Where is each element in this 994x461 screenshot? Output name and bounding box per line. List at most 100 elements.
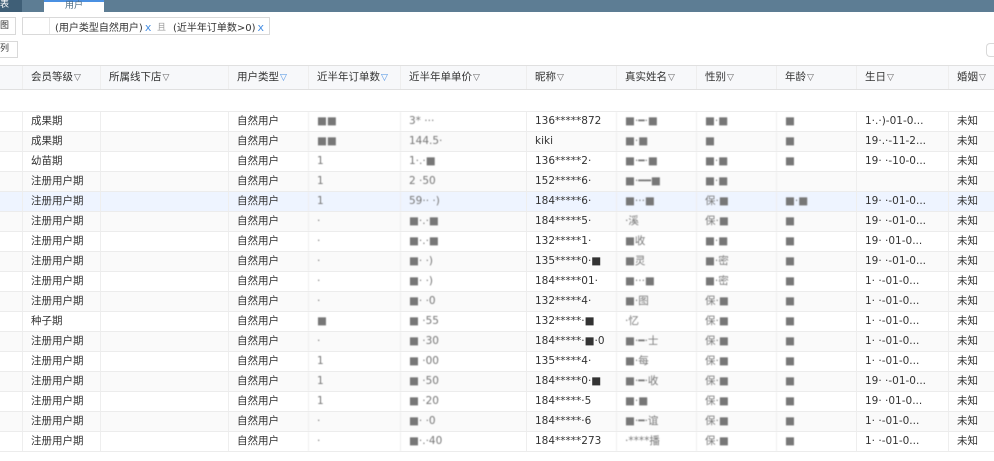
column-header-gender[interactable]: 性别▽ <box>696 66 776 89</box>
cell-gender: ■·■ <box>696 152 776 171</box>
cell-marital: 未知 <box>948 412 994 431</box>
row-selector[interactable] <box>0 272 22 291</box>
table-row[interactable]: 注册用户期 自然用户 · ■· ·0 184*****·6 ■·━·谊 保·■ ■ 1· ·-0… <box>0 412 994 432</box>
table-row[interactable]: 注册用户期 自然用户 1 2 ·50 152*****6· ■·━━■ ■·■ 未知 <box>0 172 994 192</box>
cell-marital: 未知 <box>948 212 994 231</box>
cell-birthday: 19· ·-01-0... <box>856 212 948 231</box>
funnel-icon[interactable]: ▽ <box>727 73 734 83</box>
cell-marital: 未知 <box>948 332 994 351</box>
row-selector[interactable] <box>0 192 22 211</box>
table-row[interactable]: 注册用户期 自然用户 · ■·.·■ 132*****1· ■收 ■·■ ■ 19· ·01-0… <box>0 232 994 252</box>
column-header-birthday[interactable]: 生日▽ <box>856 66 948 89</box>
filter-chip-order-count[interactable]: (近半年订单数>0) x <box>173 19 264 34</box>
cell-gender: 保·■ <box>696 412 776 431</box>
table-row[interactable]: 注册用户期 自然用户 · ■· ·) 184*****01· ■···■ ■·密 ■ 1· ·-… <box>0 272 994 292</box>
funnel-icon[interactable]: ▽ <box>381 73 388 83</box>
cell-real-name: ■灵 <box>616 252 696 271</box>
table-row[interactable]: 注册用户期 自然用户 · ■· ·) 135*****0·■ ■灵 ■·密 ■ 19· ·-01… <box>0 252 994 272</box>
cell-gender: ■·■ <box>696 172 776 191</box>
column-header-nickname[interactable]: 昵称▽ <box>526 66 616 89</box>
row-selector[interactable] <box>0 332 22 351</box>
funnel-icon[interactable]: ▽ <box>887 73 894 83</box>
cell-real-name: ■收 <box>616 232 696 251</box>
cell-unit-price: ■· ·0 <box>400 412 526 431</box>
table-row[interactable]: 注册用户期 自然用户 1 59·· ·) 184*****6· ■···■ 保·■ ■·■ 19… <box>0 192 994 212</box>
table-row[interactable]: 成果期 自然用户 ■■ 3* ··· 136*****872 ■·━·■ ■·■ ■ 1·.·)… <box>0 112 994 132</box>
table-row[interactable]: 成果期 自然用户 ■■ 144.5· kiki ■·■ ■ ■ 19·.·-11-2... 未知 <box>0 132 994 152</box>
column-header-order-count[interactable]: 近半年订单数▽ <box>308 66 400 89</box>
funnel-icon[interactable]: ▽ <box>668 73 675 83</box>
funnel-icon[interactable]: ▽ <box>473 73 480 83</box>
column-header-label: 婚姻 <box>957 71 978 83</box>
filter-field-blank[interactable] <box>23 18 50 34</box>
cell-order-count: ■■ <box>308 132 400 151</box>
cell-offline-store <box>100 432 228 451</box>
row-selector[interactable] <box>0 412 22 431</box>
funnel-icon[interactable]: ▽ <box>557 73 564 83</box>
cell-gender: ■·密 <box>696 252 776 271</box>
table-row[interactable]: 注册用户期 自然用户 · ■· ·0 132*****4· ■·图 保·■ ■ 1· ·-01-… <box>0 292 994 312</box>
cell-order-count: 1 <box>308 172 400 191</box>
table-row[interactable]: 注册用户期 自然用户 · ■·.·40 184*****273 ·****播 保·■ ■ 1· … <box>0 432 994 452</box>
row-selector[interactable] <box>0 372 22 391</box>
cell-user-type: 自然用户 <box>228 392 308 411</box>
row-selector[interactable] <box>0 132 22 151</box>
cell-member-level: 注册用户期 <box>22 192 100 211</box>
column-header-label: 近半年订单数 <box>317 71 380 83</box>
cell-real-name: ■·━·■ <box>616 152 696 171</box>
row-selector[interactable] <box>0 352 22 371</box>
table-row[interactable]: 注册用户期 自然用户 1 ■ ·20 184*****·5 ■·■ 保·■ ■ 19· ·01-… <box>0 392 994 412</box>
column-header-user-type[interactable]: 用户类型▽ <box>228 66 308 89</box>
row-selector[interactable] <box>0 112 22 131</box>
column-header-member-level[interactable]: 会员等级▽ <box>22 66 100 89</box>
table-row[interactable]: 幼苗期 自然用户 1 1·.·■ 136*****2· ■·━·■ ■·■ ■ 19· ·-10… <box>0 152 994 172</box>
close-icon[interactable]: x <box>145 21 152 34</box>
filter-chip-user-type[interactable]: (用户类型自然用户) x <box>55 19 151 34</box>
funnel-icon[interactable]: ▽ <box>807 73 814 83</box>
row-selector[interactable] <box>0 432 22 451</box>
table-row[interactable]: 注册用户期 自然用户 1 ■ ·50 184*****0·■ ■·━·收 保·■ ■ 19· ·… <box>0 372 994 392</box>
cell-gender: ■·■ <box>696 232 776 251</box>
cell-marital: 未知 <box>948 312 994 331</box>
funnel-icon[interactable]: ▽ <box>163 73 170 83</box>
cell-age: ■ <box>776 372 856 391</box>
column-header-unit-price[interactable]: 近半年单单价▽ <box>400 66 526 89</box>
cell-user-type: 自然用户 <box>228 432 308 451</box>
cell-marital: 未知 <box>948 272 994 291</box>
column-header-age[interactable]: 年龄▽ <box>776 66 856 89</box>
table-row[interactable]: 注册用户期 自然用户 1 ■ ·00 135*****4· ■·每 保·■ ■ 1· ·-01-… <box>0 352 994 372</box>
table-row[interactable]: 注册用户期 自然用户 · ■ ·30 184*****·■·0 ■·━·士 保·■ ■ 1· ·… <box>0 332 994 352</box>
column-header-marital[interactable]: 婚姻▽ <box>948 66 994 89</box>
filter-left-button[interactable]: 图 <box>0 17 16 35</box>
row-selector[interactable] <box>0 212 22 231</box>
row-selector[interactable] <box>0 292 22 311</box>
funnel-icon[interactable]: ▽ <box>979 73 986 83</box>
cell-real-name: ■·━·士 <box>616 332 696 351</box>
close-icon[interactable]: x <box>258 21 265 34</box>
tab-users[interactable]: 用户 <box>44 0 104 12</box>
row-selector[interactable] <box>0 232 22 251</box>
cell-age: ■ <box>776 432 856 451</box>
cell-user-type: 自然用户 <box>228 272 308 291</box>
cell-age: ■ <box>776 352 856 371</box>
tab-table[interactable]: 表 <box>0 0 22 12</box>
toolbar-right-button[interactable] <box>986 43 994 57</box>
funnel-icon[interactable]: ▽ <box>74 73 81 83</box>
cell-marital: 未知 <box>948 152 994 171</box>
row-selector[interactable] <box>0 172 22 191</box>
funnel-icon[interactable]: ▽ <box>280 73 287 83</box>
row-selector[interactable] <box>0 152 22 171</box>
columns-button[interactable]: 列 <box>0 41 18 58</box>
table-row[interactable]: 种子期 自然用户 ■ ■ ·55 132*****·■ ·忆 保·■ ■ 1· ·-01-0..… <box>0 312 994 332</box>
cell-unit-price: 3* ··· <box>400 112 526 131</box>
row-selector[interactable] <box>0 312 22 331</box>
cell-unit-price: ■· ·0 <box>400 292 526 311</box>
table-row[interactable]: 注册用户期 自然用户 · ■·.·■ 184*****5· ·溪 保·■ ■ 19· ·-01-… <box>0 212 994 232</box>
column-header-real-name[interactable]: 真实姓名▽ <box>616 66 696 89</box>
row-selector[interactable] <box>0 252 22 271</box>
column-header-label: 年龄 <box>785 71 806 83</box>
row-selector[interactable] <box>0 392 22 411</box>
cell-marital: 未知 <box>948 432 994 451</box>
column-header-label: 近半年单单价 <box>409 71 472 83</box>
column-header-offline-store[interactable]: 所属线下店▽ <box>100 66 228 89</box>
